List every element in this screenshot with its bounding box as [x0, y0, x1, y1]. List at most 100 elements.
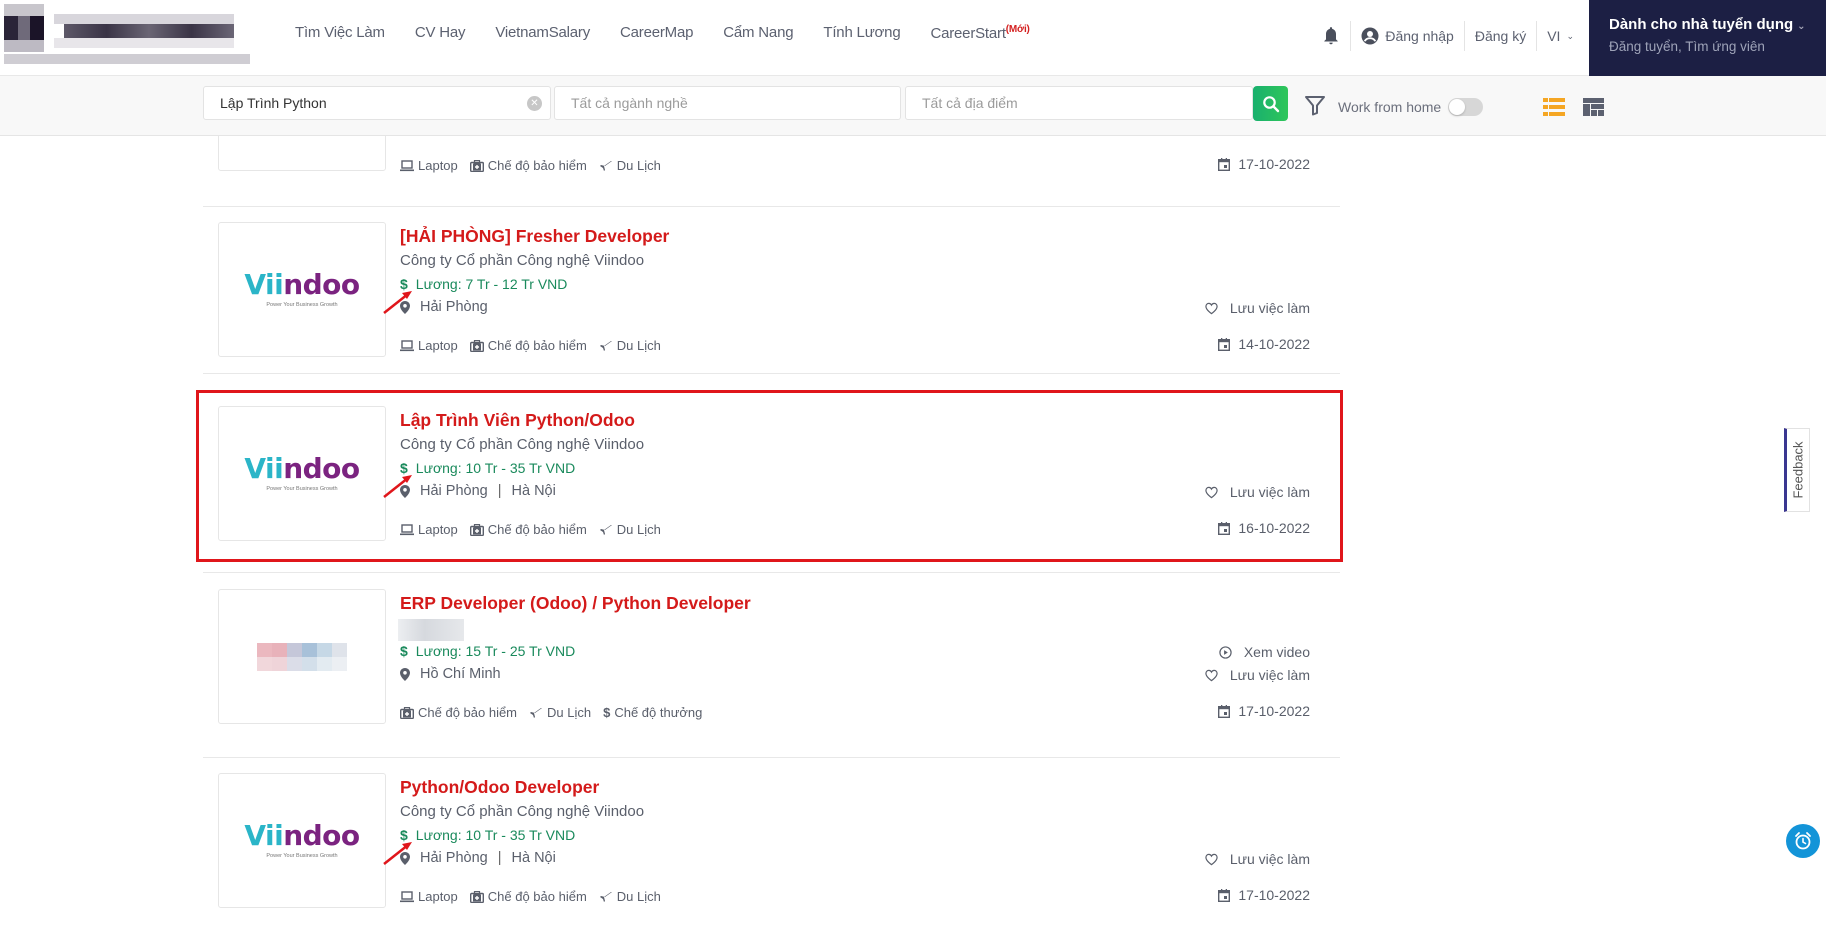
benefit-label: Laptop — [418, 889, 458, 904]
laptop-icon — [400, 523, 414, 535]
nav-careermap[interactable]: CareerMap — [620, 24, 693, 42]
date-value: 17-10-2022 — [1238, 887, 1310, 903]
location: Hải Phòng | Hà Nội — [400, 850, 556, 866]
divider — [1350, 21, 1352, 51]
save-job-button[interactable]: Lưu việc làm — [1205, 667, 1310, 683]
register-link[interactable]: Đăng ký — [1475, 28, 1526, 44]
watch-video-button[interactable]: Xem video — [1219, 644, 1310, 660]
save-job-button[interactable]: Lưu việc làm — [1205, 300, 1310, 316]
posted-date: 14-10-2022 — [1218, 336, 1310, 352]
benefit-item: $ Chế độ thưởng — [603, 705, 702, 720]
benefits: Laptop Chế độ bảo hiểm Du Lịch — [400, 522, 661, 537]
posted-date: 17-10-2022 — [1218, 887, 1310, 903]
medical-kit-icon — [469, 523, 484, 536]
viindoo-logo: Viindoo — [244, 819, 360, 852]
play-circle-icon — [1219, 645, 1232, 659]
location-select[interactable]: Tất cả địa điểm — [905, 86, 1253, 120]
job-title-link[interactable]: Lập Trình Viên Python/Odoo — [400, 410, 635, 431]
industry-select[interactable]: Tất cả ngành nghề — [554, 86, 901, 120]
location-value: Hải Phòng — [420, 299, 488, 315]
heart-icon — [1205, 853, 1218, 865]
job-card: Laptop Chế độ bảo hiểm Du Lịch 17-10-202… — [203, 136, 1340, 207]
nav-careerstart-label: CareerStart — [930, 25, 1006, 42]
employer-menu[interactable]: Dành cho nhà tuyển dụng ⌄ Đăng tuyển, Tìm… — [1589, 0, 1826, 76]
nav-careerstart[interactable]: CareerStart(Mới) — [930, 24, 1029, 42]
job-title-link[interactable]: ERP Developer (Odoo) / Python Developer — [400, 593, 751, 614]
save-job-button[interactable]: Lưu việc làm — [1205, 851, 1310, 867]
company-logo[interactable] — [218, 136, 386, 171]
location-value: Hồ Chí Minh — [420, 666, 501, 682]
bell-icon[interactable] — [1322, 26, 1340, 46]
benefit-item: Chế độ bảo hiểm — [469, 522, 587, 537]
calendar-icon — [1218, 888, 1231, 902]
list-view-icon[interactable] — [1543, 98, 1565, 116]
benefit-item: Du Lịch — [529, 705, 591, 720]
top-header: Tìm Việc Làm CV Hay VietnamSalary Career… — [0, 0, 1826, 76]
benefit-item: Chế độ bảo hiểm — [469, 889, 587, 904]
login-link[interactable]: Đăng nhập — [1361, 27, 1454, 45]
location: Hồ Chí Minh — [400, 666, 501, 682]
blurred-logo — [257, 642, 347, 671]
job-alert-button[interactable] — [1786, 824, 1820, 858]
search-button[interactable] — [1253, 86, 1288, 121]
benefit-item: Du Lịch — [599, 338, 661, 353]
benefit-label: Du Lịch — [616, 338, 661, 353]
job-title-link[interactable]: [HẢI PHÒNG] Fresher Developer — [400, 226, 669, 247]
card-divider — [203, 206, 1340, 207]
save-job-label: Lưu việc làm — [1229, 851, 1310, 867]
company-logo-pixelated[interactable] — [218, 589, 386, 724]
language-selector[interactable]: VI ⌄ — [1547, 28, 1574, 44]
keyword-input[interactable]: Lập Trình Python ✕ — [203, 86, 551, 120]
medical-kit-icon — [469, 159, 484, 172]
feedback-tab[interactable]: Feedback — [1784, 428, 1810, 512]
clear-icon[interactable]: ✕ — [527, 96, 542, 111]
company-logo[interactable]: Viindoo Power Your Business Growth — [218, 773, 386, 908]
company-name-link[interactable]: Công ty Cổ phần Công nghệ Viindoo — [400, 803, 644, 820]
annotation-arrow — [383, 291, 412, 314]
main-nav: Tìm Việc Làm CV Hay VietnamSalary Career… — [295, 24, 1060, 42]
location-separator: | — [497, 850, 502, 866]
nav-tim-viec-lam[interactable]: Tìm Việc Làm — [295, 24, 385, 42]
benefit-label: Du Lịch — [616, 889, 661, 904]
plane-icon — [599, 160, 612, 171]
viindoo-logo: Viindoo — [244, 268, 360, 301]
location-placeholder: Tất cả địa điểm — [922, 95, 1018, 111]
benefits: Laptop Chế độ bảo hiểm Du Lịch — [400, 338, 661, 353]
heart-icon — [1205, 486, 1218, 498]
company-name-link[interactable]: Công ty Cổ phần Công nghệ Viindoo — [400, 436, 644, 453]
salary-value: Lương: 15 Tr - 25 Tr VND — [415, 643, 576, 659]
date-value: 16-10-2022 — [1238, 520, 1310, 536]
header-actions: Đăng nhập Đăng ký VI ⌄ — [1322, 18, 1574, 54]
save-job-label: Lưu việc làm — [1229, 300, 1310, 316]
nav-cv-hay[interactable]: CV Hay — [415, 24, 466, 42]
card-divider — [203, 572, 1340, 573]
company-logo[interactable]: Viindoo Power Your Business Growth — [218, 406, 386, 541]
viindoo-logo: Viindoo — [244, 452, 360, 485]
company-name-link[interactable]: Công ty Cổ phần Công nghệ Viindoo — [400, 252, 644, 269]
benefits: Laptop Chế độ bảo hiểm Du Lịch — [400, 889, 661, 904]
calendar-icon — [1218, 157, 1231, 171]
filter-icon[interactable] — [1304, 94, 1326, 116]
medical-kit-icon — [469, 890, 484, 903]
keyword-value: Lập Trình Python — [220, 95, 327, 111]
grid-view-icon[interactable] — [1583, 98, 1604, 116]
laptop-icon — [400, 339, 414, 351]
logo-tagline: Power Your Business Growth — [266, 486, 338, 492]
work-from-home-toggle[interactable] — [1448, 98, 1483, 116]
nav-tinh-luong[interactable]: Tính Lương — [823, 24, 900, 42]
nav-cam-nang[interactable]: Cẩm Nang — [723, 24, 793, 42]
language-value: VI — [1547, 28, 1561, 44]
job-card: Viindoo Power Your Business Growth Pytho… — [203, 773, 1340, 923]
benefit-item: Du Lịch — [599, 522, 661, 537]
divider — [1463, 21, 1465, 51]
site-logo-pixelated[interactable] — [4, 4, 250, 64]
feedback-label: Feedback — [1790, 441, 1806, 499]
job-title-link[interactable]: Python/Odoo Developer — [400, 777, 599, 798]
company-name-blurred[interactable] — [398, 619, 464, 641]
heart-icon — [1205, 302, 1218, 314]
save-job-button[interactable]: Lưu việc làm — [1205, 484, 1310, 500]
company-logo[interactable]: Viindoo Power Your Business Growth — [218, 222, 386, 357]
plane-icon — [530, 707, 543, 718]
date-value: 17-10-2022 — [1238, 703, 1310, 719]
nav-vietnamsalary[interactable]: VietnamSalary — [495, 24, 590, 42]
